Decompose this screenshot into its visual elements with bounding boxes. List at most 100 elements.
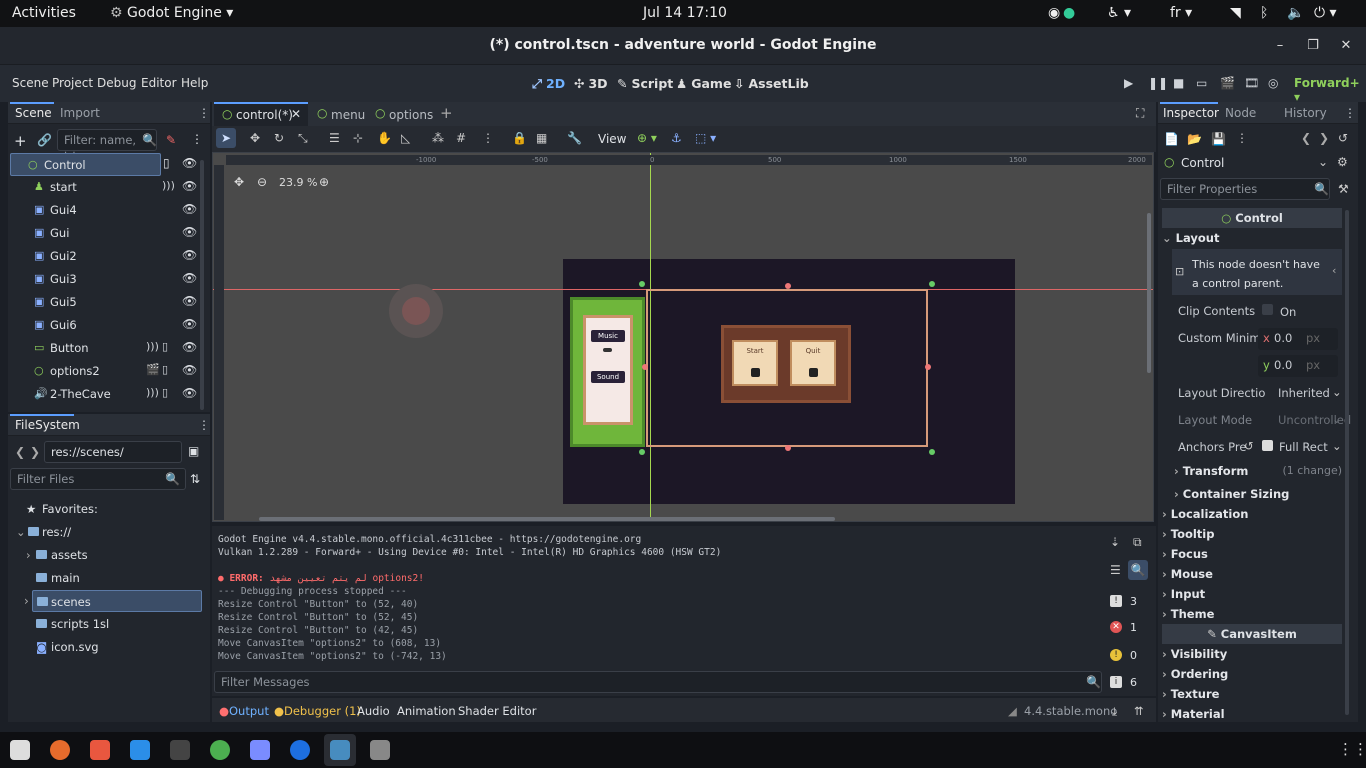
visibility-eye-icon[interactable]: 👁 [182,271,197,285]
scene-tree-scrollbar[interactable] [200,160,204,410]
pause-icon[interactable]: ❚❚ [1148,76,1168,90]
bluetooth-app-icon[interactable] [290,740,310,760]
workspace-2d[interactable]: ⤢ 2D [532,76,565,92]
chevron-down-icon[interactable]: ⌄ [1318,155,1328,169]
anchor-handle[interactable] [639,281,645,287]
custom-min-y-field[interactable]: y 0.0 px [1258,355,1338,377]
back-icon[interactable]: ❮ [15,445,25,459]
section-theme[interactable]: › Theme [1162,607,1344,621]
open-folder-icon[interactable]: 📂 [1187,132,1202,146]
keyboard-layout[interactable]: fr ▾ [1170,5,1192,21]
custom-min-x-field[interactable]: x 0.0 px [1258,328,1338,350]
close-tab-icon[interactable]: ✕ [291,107,301,121]
section-container-sizing[interactable]: › Container Sizing [1174,487,1342,501]
section-input[interactable]: › Input [1162,587,1344,601]
wifi-icon[interactable]: ◥ [1230,5,1241,21]
fs-item-scripts[interactable]: scripts 1sl [10,613,204,635]
skeleton-icon[interactable]: 🔧 [567,131,582,145]
info-filter-icon[interactable]: i [1110,676,1122,688]
tab-debugger[interactable]: Debugger (1) [284,704,361,718]
tree-item-gui2[interactable]: ▣ Gui2 👁 [10,245,200,268]
anchor-icon[interactable]: ⚓ [671,131,682,145]
section-tooltip[interactable]: › Tooltip [1162,527,1344,541]
inspector-menu-icon[interactable]: ⋮ [1236,131,1248,145]
move-mode-icon[interactable]: ✥ [250,131,260,145]
resize-handle[interactable] [925,364,931,370]
add-tab-icon[interactable]: + [440,104,453,122]
center-view-icon[interactable]: ✥ [234,175,244,189]
script-icon[interactable]: ▯ [163,156,170,170]
resize-handle[interactable] [642,364,648,370]
fs-item-main[interactable]: main [10,567,204,589]
pin-icon[interactable]: ⤓ [1112,704,1117,719]
dock-menu-icon[interactable]: ⋮ [1344,106,1356,120]
grid-snap-icon[interactable]: # [456,131,466,145]
chevron-left-icon[interactable]: ‹ [1332,264,1336,277]
close-icon[interactable]: ✕ [1336,36,1356,56]
steam-icon[interactable]: ◉ [1048,5,1060,21]
zoom-out-icon[interactable]: ⊖ [257,175,267,189]
view-menu[interactable]: View [598,132,626,146]
inspector-scrollbar[interactable] [1345,210,1349,715]
volume-icon[interactable]: 🔈 [1287,5,1304,21]
tab-history[interactable]: History [1284,106,1327,120]
fs-item-res[interactable]: ⌄ res:// [10,521,204,543]
new-resource-icon[interactable]: 📄 [1164,132,1179,146]
chevron-right-icon[interactable]: › [24,594,29,608]
section-material[interactable]: › Material [1162,707,1344,721]
minimize-icon[interactable]: – [1270,36,1290,56]
dock-menu-icon[interactable]: ⋮ [198,418,210,432]
tree-item-options2[interactable]: ○ options2 🎬 ▯ 👁 [10,360,200,383]
menu-editor[interactable]: Editor [141,76,177,90]
clip-contents-checkbox[interactable] [1262,304,1273,315]
anchor-handle[interactable] [929,449,935,455]
chrome-icon[interactable] [210,740,230,760]
clock[interactable]: Jul 14 17:10 [643,5,727,21]
vpn-icon[interactable]: ● [1063,5,1075,21]
workspace-script[interactable]: ✎ Script [617,76,673,91]
forward-icon[interactable]: ❯ [1319,131,1329,145]
maximize-icon[interactable]: ❐ [1303,36,1323,56]
section-focus[interactable]: › Focus [1162,547,1344,561]
app-menu[interactable]: ⚙ Godot Engine ▾ [110,5,233,21]
canvas-viewport[interactable]: Music Sound Start Quit ✥ ⊖ 23.9 % ⊕ [212,152,1154,522]
fs-item-assets[interactable]: › assets [10,544,204,566]
signal-icon[interactable]: ))) [146,386,159,399]
resize-handle[interactable] [785,283,791,289]
visibility-eye-icon[interactable]: 👁 [182,202,197,216]
anchor-handle[interactable] [929,281,935,287]
fs-item-icon-svg[interactable]: ◙ icon.svg [10,636,204,658]
workspace-game[interactable]: ♟ Game [676,76,731,91]
rotate-mode-icon[interactable]: ↻ [274,131,284,145]
tab-scene[interactable]: Scene [15,106,52,120]
resize-handle[interactable] [785,445,791,451]
dock-menu-icon[interactable]: ⋮ [198,106,210,120]
add-node-icon[interactable]: + [14,132,27,150]
visibility-eye-icon[interactable]: 👁 [182,386,197,400]
filesystem-filter-input[interactable]: Filter Files [10,468,186,490]
tree-item-gui4[interactable]: ▣ Gui4 👁 [10,199,200,222]
node-info-icon[interactable]: ⚙ [1337,155,1348,169]
tree-item-button[interactable]: ▭ Button))) ▯ 👁 [10,337,200,360]
tab-audio[interactable]: Audio [357,704,390,718]
movie-icon[interactable]: ◎ [1268,76,1278,90]
tree-item-gui[interactable]: ▣ Gui 👁 [10,222,200,245]
stop-icon[interactable]: ■ [1173,76,1184,90]
anchor-preset-icon[interactable]: ⊕ ▾ [637,131,657,145]
collapse-icon[interactable]: ☰ [1110,563,1121,577]
tab-menu[interactable]: menu [331,108,365,122]
app-grid-icon[interactable]: ⋮⋮ [1338,740,1366,758]
filter-properties-input[interactable]: Filter Properties [1160,178,1330,200]
zoom-level[interactable]: 23.9 % [279,176,317,189]
tab-filesystem[interactable]: FileSystem [15,418,80,432]
visibility-eye-icon[interactable]: 👁 [182,225,197,239]
scene-menu-icon[interactable]: ⋮ [191,132,203,146]
vscode-icon[interactable] [130,740,150,760]
visibility-eye-icon[interactable]: 👁 [182,156,197,170]
section-visibility[interactable]: › Visibility [1162,647,1344,661]
tab-output[interactable]: Output [229,704,269,718]
software-center-icon[interactable] [90,740,110,760]
remote-debug-icon[interactable]: ▭ [1196,76,1207,90]
snap-options-icon[interactable]: ⋮ [482,131,494,145]
section-texture[interactable]: › Texture [1162,687,1344,701]
